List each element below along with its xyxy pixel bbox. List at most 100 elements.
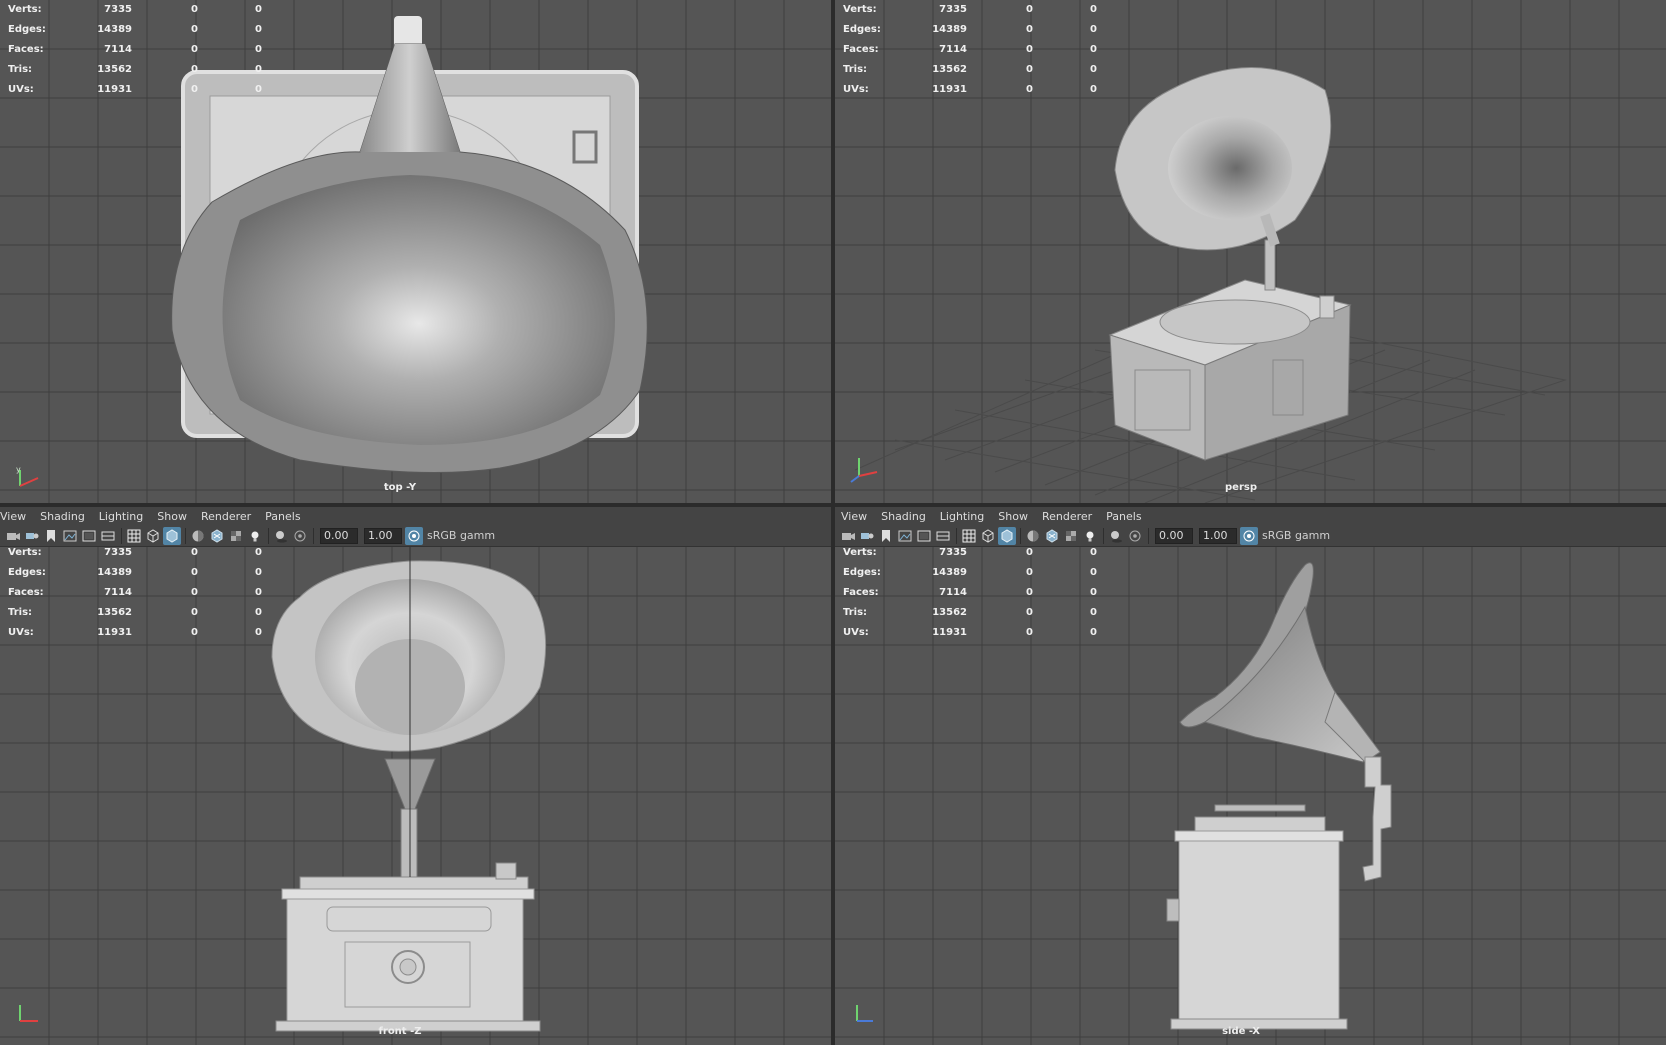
menu-panels[interactable]: Panels (265, 510, 306, 523)
panel-menubar-front: View Shading Lighting Show Renderer Pane… (0, 507, 831, 525)
color-space-label[interactable]: sRGB gamm (427, 529, 495, 542)
film-gate-icon[interactable] (80, 527, 98, 545)
toolbar-separator (185, 527, 186, 544)
select-camera-icon[interactable] (839, 527, 857, 545)
shadows-icon (1111, 530, 1122, 543)
viewport-top[interactable]: Verts: 7335 0 0 Edges: 14389 0 0 Faces: 7114 0 0 … (0, 0, 831, 503)
exposure-field[interactable] (1155, 527, 1193, 544)
resolution-gate-icon[interactable] (99, 527, 117, 545)
panel-toolbar-front: sRGB gamm (0, 525, 831, 547)
film-gate-icon (82, 530, 96, 541)
menu-view[interactable]: View (841, 510, 873, 523)
xray-icon[interactable] (208, 527, 226, 545)
menu-show[interactable]: Show (157, 510, 193, 523)
image-plane-icon[interactable] (896, 527, 914, 545)
wireframe-icon (147, 528, 159, 543)
wireframe-icon (982, 528, 994, 543)
smooth-shade-icon[interactable] (163, 526, 181, 545)
color-management-icon (408, 530, 420, 541)
textured-icon (1066, 530, 1076, 541)
shadows-icon[interactable] (272, 527, 290, 545)
shadows-icon (276, 530, 287, 543)
isolate-select-icon (294, 530, 306, 541)
panel-divider-vertical[interactable] (831, 0, 835, 1045)
toolbar-separator (956, 527, 957, 544)
select-camera-icon[interactable] (4, 527, 22, 545)
xray-icon (1046, 528, 1058, 543)
menu-renderer[interactable]: Renderer (201, 510, 257, 523)
xray-icon[interactable] (1043, 527, 1061, 545)
image-plane-icon (63, 530, 77, 541)
camera-attributes-icon[interactable] (23, 527, 41, 545)
lighting-icon (1086, 531, 1094, 541)
axis-gizmo-icon (850, 458, 878, 483)
camera-label: persp (1225, 482, 1257, 493)
select-camera-icon (7, 532, 20, 540)
menu-lighting[interactable]: Lighting (99, 510, 149, 523)
color-space-label[interactable]: sRGB gamm (1262, 529, 1330, 542)
menu-panels[interactable]: Panels (1106, 510, 1147, 523)
color-management-icon[interactable] (1240, 526, 1258, 545)
film-gate-icon[interactable] (915, 527, 933, 545)
panel-divider-horizontal[interactable] (0, 503, 1666, 507)
toolbar-separator (313, 527, 314, 544)
image-plane-icon[interactable] (61, 527, 79, 545)
camera-attributes-icon (26, 532, 39, 539)
svg-text:y: y (16, 465, 21, 474)
toolbar-separator (1148, 527, 1149, 544)
menu-shading[interactable]: Shading (881, 510, 932, 523)
wireframe-icon[interactable] (144, 527, 162, 545)
isolate-select-icon[interactable] (1126, 527, 1144, 545)
menu-view[interactable]: View (0, 510, 32, 523)
film-gate-icon (917, 530, 931, 541)
axis-gizmo-icon (19, 1005, 38, 1022)
resolution-gate-icon (101, 531, 115, 540)
isolate-select-icon[interactable] (291, 527, 309, 545)
bookmark-icon[interactable] (42, 527, 60, 545)
default-material-icon (192, 530, 204, 541)
shadows-icon[interactable] (1107, 527, 1125, 545)
lighting-icon[interactable] (246, 527, 264, 545)
gramophone-side-view (1166, 562, 1392, 1030)
grid-toggle-icon[interactable] (960, 527, 978, 545)
color-management-icon[interactable] (405, 526, 423, 545)
toolbar-separator (121, 527, 122, 544)
camera-attributes-icon[interactable] (858, 527, 876, 545)
viewport-persp[interactable]: Verts: 7335 0 0 Edges: 14389 0 0 Faces: 7114 0 0 … (835, 0, 1666, 503)
select-camera-icon (842, 532, 855, 540)
camera-attributes-icon (861, 532, 874, 539)
camera-label: side -X (1222, 1026, 1260, 1037)
toolbar-separator (268, 527, 269, 544)
lighting-icon[interactable] (1081, 527, 1099, 545)
bookmark-icon[interactable] (877, 527, 895, 545)
image-plane-icon (898, 530, 912, 541)
gamma-field[interactable] (364, 527, 402, 544)
default-material-icon[interactable] (189, 527, 207, 545)
camera-label: top -Y (383, 482, 417, 493)
menu-shading[interactable]: Shading (40, 510, 91, 523)
menu-show[interactable]: Show (998, 510, 1034, 523)
default-material-icon[interactable] (1024, 527, 1042, 545)
viewport-front[interactable]: Verts: 7335 0 0 Edges: 14389 0 0 Faces: 7114 0 0 … (0, 547, 831, 1045)
resolution-gate-icon (936, 531, 950, 540)
gamma-field[interactable] (1199, 527, 1237, 544)
resolution-gate-icon[interactable] (934, 527, 952, 545)
textured-icon[interactable] (1062, 527, 1080, 545)
textured-icon[interactable] (227, 527, 245, 545)
smooth-shade-icon[interactable] (998, 526, 1016, 545)
xray-icon (211, 528, 223, 543)
axis-gizmo-icon: y (16, 465, 39, 487)
exposure-field[interactable] (320, 527, 358, 544)
isolate-select-icon (1129, 530, 1141, 541)
viewport-side[interactable]: Verts: 7335 0 0 Edges: 14389 0 0 Faces: 7114 0 0 … (835, 547, 1666, 1045)
menu-lighting[interactable]: Lighting (940, 510, 990, 523)
grid-toggle-icon (962, 529, 976, 542)
bookmark-icon (47, 529, 55, 542)
camera-label: front -Z (378, 1026, 422, 1037)
gramophone-front-view (271, 547, 547, 1032)
menu-renderer[interactable]: Renderer (1042, 510, 1098, 523)
default-material-icon (1027, 530, 1039, 541)
grid-toggle-icon[interactable] (125, 527, 143, 545)
wireframe-icon[interactable] (979, 527, 997, 545)
toolbar-separator (1020, 527, 1021, 544)
